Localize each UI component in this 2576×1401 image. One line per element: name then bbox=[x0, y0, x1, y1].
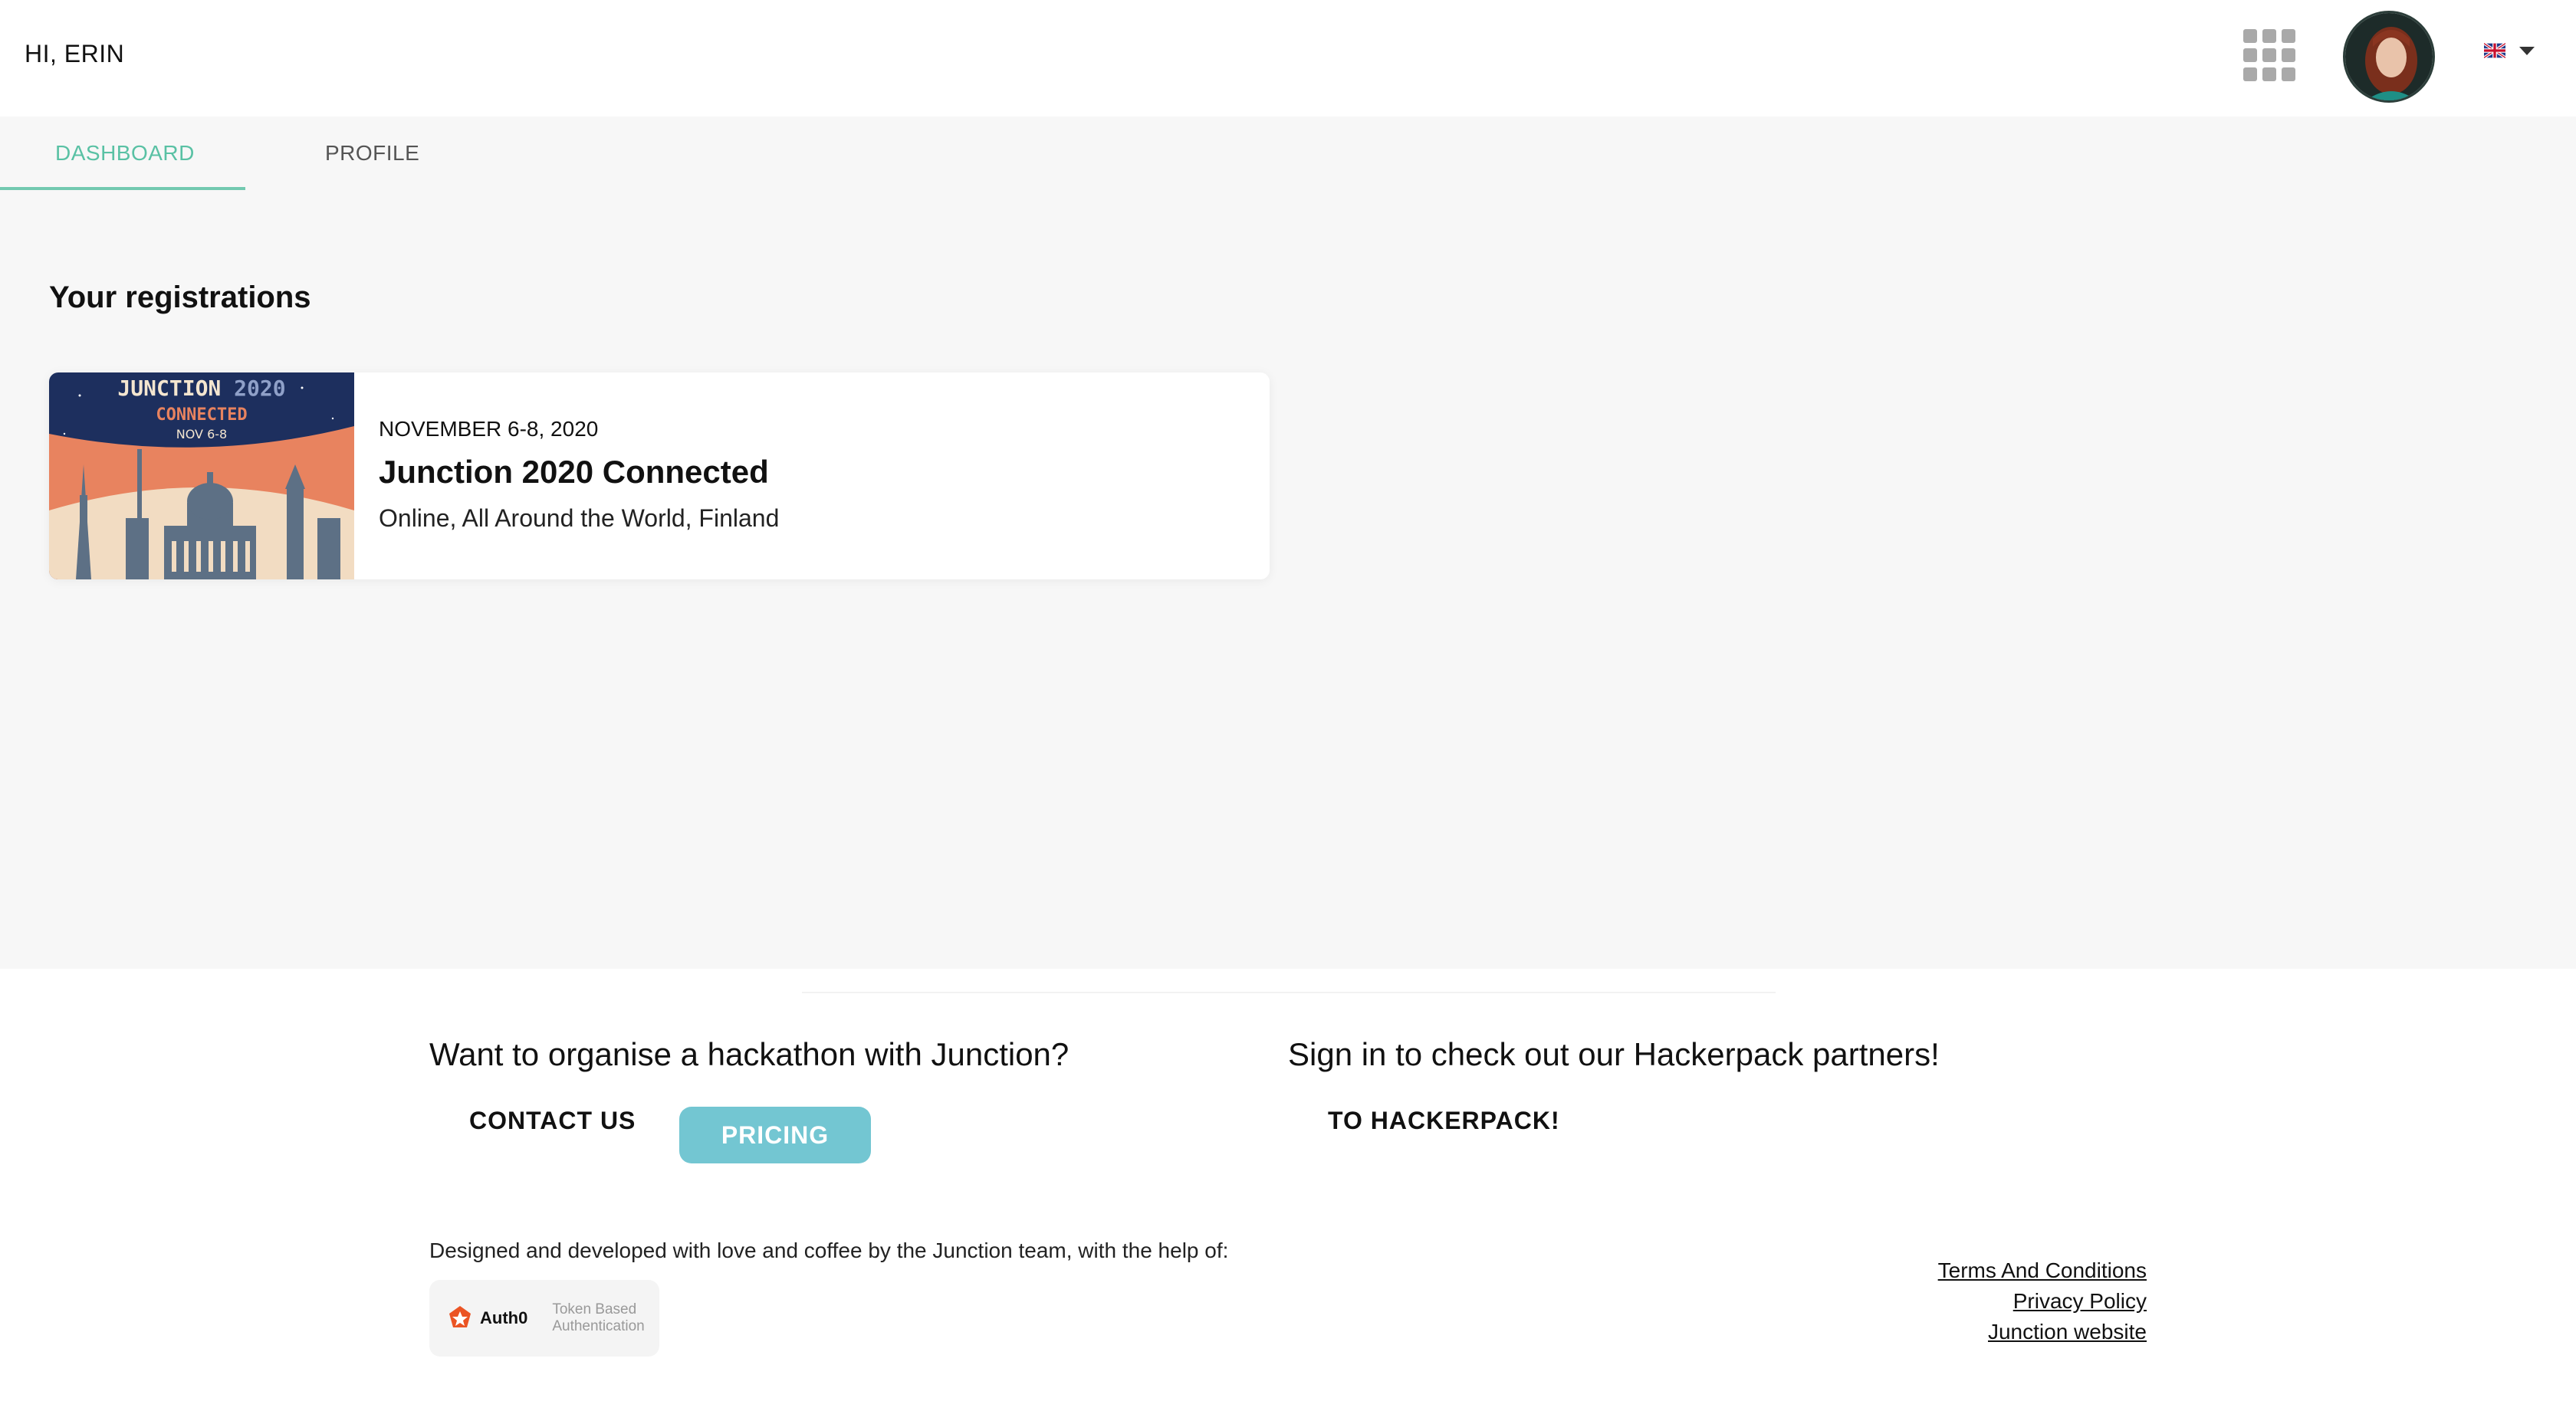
grid-apps-icon[interactable] bbox=[2243, 29, 2295, 83]
active-tab-indicator bbox=[0, 187, 245, 190]
banner-line2: CONNECTED bbox=[156, 405, 247, 425]
auth0-logo-icon bbox=[449, 1306, 471, 1327]
avatar-image bbox=[2345, 13, 2433, 100]
tab-dashboard[interactable]: DASHBOARD bbox=[55, 141, 195, 166]
auth0-badge[interactable]: Auth0 Token Based Authentication bbox=[429, 1280, 659, 1357]
privacy-link[interactable]: Privacy Policy bbox=[1938, 1286, 2147, 1317]
auth0-subtitle: Token Based Authentication bbox=[552, 1301, 644, 1335]
avatar[interactable] bbox=[2343, 11, 2435, 103]
footer-divider bbox=[802, 992, 1776, 993]
uk-flag-icon bbox=[2484, 43, 2505, 58]
footer: Want to organise a hackathon with Juncti… bbox=[0, 969, 2576, 1401]
auth0-sub1: Token Based bbox=[552, 1301, 637, 1317]
event-banner-image: JUNCTION 2020 CONNECTED NOV 6-8 bbox=[49, 372, 354, 579]
contact-us-button[interactable]: CONTACT US bbox=[469, 1107, 636, 1135]
chevron-down-icon bbox=[2519, 46, 2535, 55]
terms-link[interactable]: Terms And Conditions bbox=[1938, 1255, 2147, 1286]
footer-links: Terms And Conditions Privacy Policy Junc… bbox=[1938, 1255, 2147, 1347]
tab-profile[interactable]: PROFILE bbox=[325, 141, 419, 166]
junction-website-link[interactable]: Junction website bbox=[1938, 1317, 2147, 1347]
hackerpack-button[interactable]: TO HACKERPACK! bbox=[1328, 1107, 1560, 1135]
language-selector[interactable] bbox=[2484, 43, 2535, 58]
banner-line1: JUNCTION 2020 bbox=[117, 376, 285, 401]
event-date: NOVEMBER 6-8, 2020 bbox=[379, 417, 599, 441]
banner-year: 2020 bbox=[221, 376, 285, 401]
top-bar: HI, ERIN bbox=[0, 0, 2576, 116]
event-location: Online, All Around the World, Finland bbox=[379, 504, 780, 532]
registration-card[interactable]: JUNCTION 2020 CONNECTED NOV 6-8 NOVEMBER… bbox=[49, 372, 1270, 579]
auth0-sub2: Authentication bbox=[552, 1318, 645, 1334]
auth0-name: Auth0 bbox=[480, 1308, 528, 1327]
hackerpack-heading: Sign in to check out our Hackerpack part… bbox=[1288, 1036, 1940, 1072]
pricing-button[interactable]: PRICING bbox=[679, 1107, 871, 1163]
greeting: HI, ERIN bbox=[25, 40, 125, 67]
tab-bar: DASHBOARD PROFILE bbox=[0, 116, 460, 190]
event-title: Junction 2020 Connected bbox=[379, 454, 769, 490]
banner-line3: NOV 6-8 bbox=[176, 427, 227, 441]
organise-heading: Want to organise a hackathon with Juncti… bbox=[429, 1036, 1070, 1072]
section-title: Your registrations bbox=[49, 281, 311, 314]
footer-credit: Designed and developed with love and cof… bbox=[429, 1239, 1229, 1262]
